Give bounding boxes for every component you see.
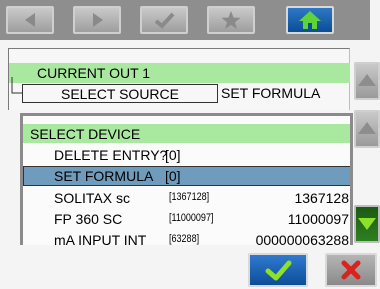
item-bracket: [0] xyxy=(165,147,181,163)
scroll-down-button[interactable] xyxy=(354,205,380,243)
forward-button[interactable] xyxy=(73,6,121,34)
scroll-down-icon xyxy=(358,218,376,230)
item-label: DELETE ENTRY? xyxy=(54,147,168,163)
list-item[interactable]: DELETE ENTRY? [0] xyxy=(23,145,350,165)
item-bracket: [1367128] xyxy=(169,191,210,203)
back-arrow-icon xyxy=(25,13,35,27)
item-value: 000000063288 xyxy=(255,232,349,245)
current-out-label: CURRENT OUT 1 xyxy=(37,65,151,81)
item-label: SET FORMULA xyxy=(54,168,154,184)
item-value: 11000097 xyxy=(287,211,349,227)
check-icon xyxy=(154,12,175,29)
device-screen: CURRENT OUT 1 SELECT SOURCE SET FORMULA … xyxy=(0,0,380,289)
scroll-up-button[interactable] xyxy=(354,62,380,100)
item-label: SOLITAX sc xyxy=(54,190,130,206)
home-icon xyxy=(299,11,321,29)
page-up-button[interactable] xyxy=(354,110,380,148)
confirm-check-icon xyxy=(265,260,292,281)
select-source-value: SET FORMULA xyxy=(221,85,321,101)
list-item-selected[interactable]: SET FORMULA [0] xyxy=(23,166,350,186)
item-label: mA INPUT INT xyxy=(54,232,147,245)
menu-path-panel: CURRENT OUT 1 SELECT SOURCE SET FORMULA xyxy=(8,48,350,110)
scroll-up-icon xyxy=(358,122,376,134)
forward-arrow-icon xyxy=(93,13,103,27)
star-icon xyxy=(221,11,241,29)
device-list-title-row: SELECT DEVICE xyxy=(23,124,350,143)
list-item[interactable]: mA INPUT INT [63288] 000000063288 xyxy=(23,230,350,245)
item-bracket: [63288] xyxy=(169,233,200,245)
confirm-button[interactable] xyxy=(248,253,308,287)
device-list-title: SELECT DEVICE xyxy=(30,126,141,142)
current-out-row[interactable]: CURRENT OUT 1 xyxy=(9,63,350,83)
list-item[interactable]: FP 360 SC [11000097] 11000097 xyxy=(23,209,350,229)
favorite-button[interactable] xyxy=(207,6,255,34)
select-source-box: SELECT SOURCE xyxy=(22,84,218,103)
item-label: FP 360 SC xyxy=(54,211,123,227)
cancel-x-icon xyxy=(341,260,361,280)
scroll-up-icon xyxy=(358,74,376,86)
device-list-panel: SELECT DEVICE DELETE ENTRY? [0] SET FORM… xyxy=(20,113,353,245)
item-bracket: [0] xyxy=(165,168,181,184)
check-button[interactable] xyxy=(140,6,188,34)
top-toolbar xyxy=(0,0,370,40)
bottom-action-bar xyxy=(0,245,380,289)
back-button[interactable] xyxy=(6,6,54,34)
item-value: 1367128 xyxy=(294,190,349,206)
select-source-label: SELECT SOURCE xyxy=(61,86,179,102)
list-item[interactable]: SOLITAX sc [1367128] 1367128 xyxy=(23,188,350,208)
item-bracket: [11000097] xyxy=(169,212,214,224)
select-source-row[interactable]: SELECT SOURCE SET FORMULA xyxy=(9,84,350,104)
home-button[interactable] xyxy=(286,6,334,34)
cancel-button[interactable] xyxy=(325,253,377,287)
